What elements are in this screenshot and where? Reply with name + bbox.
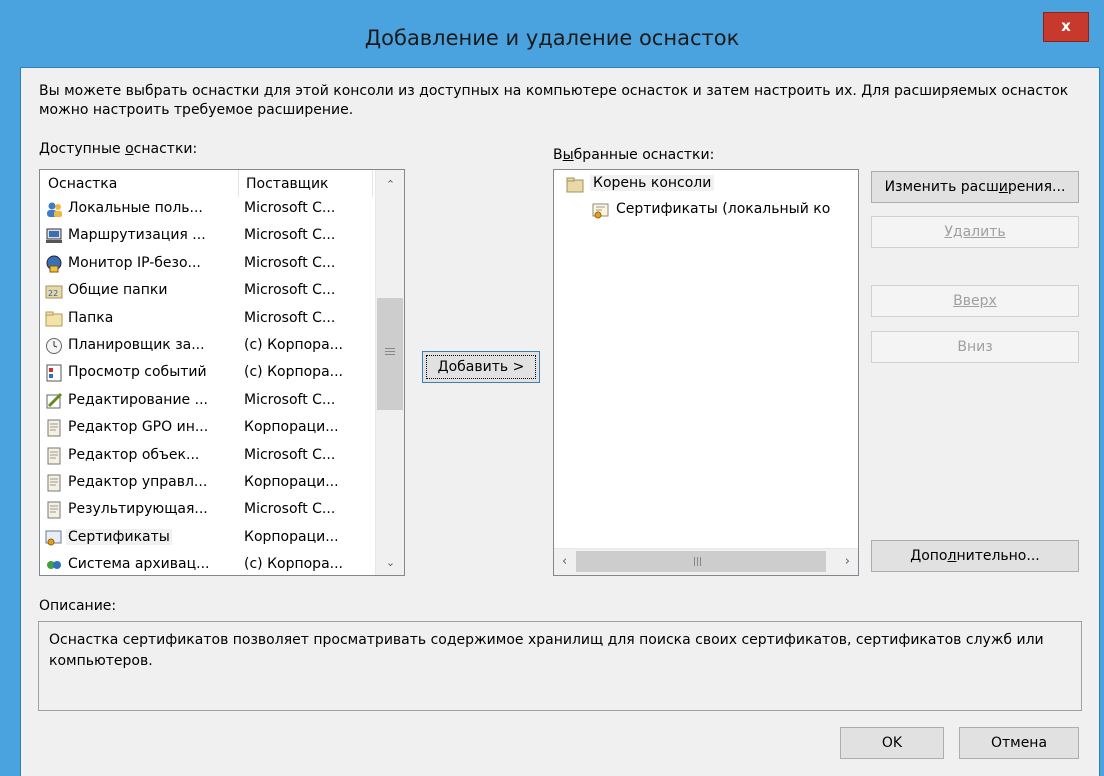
snapin-vendor: Корпораци... (244, 419, 339, 436)
list-item[interactable]: Система архивац... (c) Корпора... (40, 553, 370, 575)
snapin-vendor: Microsoft C... (244, 309, 336, 326)
snapin-name: Система архивац... (68, 556, 210, 573)
list-item[interactable]: Монитор IP-безо... Microsoft C... (40, 252, 370, 276)
tree-root-label: Корень консоли (590, 175, 715, 191)
advanced-button[interactable]: Дополнительно... (871, 540, 1079, 572)
snapin-name: Маршрутизация ... (68, 227, 206, 244)
users-icon (45, 200, 63, 218)
close-button[interactable]: x (1043, 12, 1089, 42)
list-item[interactable]: Планировщик за... (c) Корпора... (40, 334, 370, 358)
snapin-vendor: Корпораци... (244, 474, 339, 490)
remove-button[interactable]: Удалить (871, 216, 1079, 248)
shared-folders-icon: 22 (45, 282, 63, 300)
snapin-vendor: (c) Корпора... (244, 556, 343, 573)
dialog-window: Добавление и удаление оснасток x Вы може… (0, 0, 1104, 776)
list-item[interactable]: Просмотр событий (c) Корпора... (40, 361, 370, 385)
list-item[interactable]: 22 Общие папки Microsoft C... (40, 279, 370, 303)
available-snapins-label: Доступные оснастки: (39, 141, 198, 157)
snapin-vendor: Microsoft C... (244, 254, 336, 271)
column-header-snapin[interactable]: Оснастка (48, 176, 117, 192)
ok-button[interactable]: OK (840, 727, 944, 759)
backup-icon (45, 556, 63, 574)
snapin-vendor: (c) Корпора... (244, 364, 343, 381)
list-item[interactable]: Сертификаты Корпораци... (40, 526, 370, 550)
snapin-vendor: Microsoft C... (244, 501, 336, 518)
list-item[interactable]: Редактор объек... Microsoft C... (40, 444, 370, 468)
edit-icon (45, 392, 63, 410)
list-item[interactable]: Папка Microsoft C... (40, 307, 370, 331)
event-viewer-icon (45, 364, 63, 382)
snapin-name: Редактирование ... (68, 391, 208, 408)
scroll-thumb[interactable] (377, 298, 403, 410)
snapin-name: Редактор управл... (68, 474, 208, 490)
scroll-icon (45, 419, 63, 437)
snapin-name: Локальные поль... (68, 200, 203, 216)
snapin-vendor: Корпораци... (244, 528, 339, 545)
folder-icon (45, 310, 63, 328)
scroll-up-icon[interactable]: ⌃ (376, 176, 404, 194)
tree-child-label: Сертификаты (локальный ко (616, 201, 831, 217)
move-up-button[interactable]: Вверх (871, 285, 1079, 317)
edit-extensions-button[interactable]: Изменить расширения... (871, 171, 1079, 203)
list-item[interactable]: Редактирование ... Microsoft C... (40, 389, 370, 413)
snapin-name: Папка (68, 309, 114, 326)
scroll-left-icon[interactable]: ‹ (562, 554, 567, 569)
dialog-client-area: Вы можете выбрать оснастки для этой конс… (20, 67, 1100, 776)
certificate-icon (592, 203, 609, 219)
certificate-icon (45, 529, 63, 547)
list-item[interactable]: Результирующая... Microsoft C... (40, 498, 370, 522)
svg-text:22: 22 (48, 289, 58, 298)
snapin-vendor: (c) Корпора... (244, 337, 343, 353)
snapin-name: Планировщик за... (68, 337, 205, 353)
scroll-icon (45, 447, 63, 465)
list-item[interactable]: Редактор GPO ин... Корпораци... (40, 416, 370, 440)
snapin-vendor: Microsoft C... (244, 200, 336, 216)
intro-text: Вы можете выбрать оснастки для этой конс… (39, 83, 1069, 118)
snapin-name: Сертификаты (66, 528, 172, 545)
snapin-name: Общие папки (68, 282, 168, 299)
scroll-icon (45, 474, 63, 492)
snapin-name: Результирующая... (68, 501, 208, 518)
title-bar[interactable]: Добавление и удаление оснасток x (0, 0, 1104, 67)
snapin-name: Монитор IP-безо... (68, 254, 201, 271)
cancel-button[interactable]: Отмена (959, 727, 1079, 759)
list-header: Оснастка Поставщик (40, 170, 404, 197)
snapin-vendor: Microsoft C... (244, 391, 336, 408)
routing-icon (45, 227, 63, 245)
scroll-right-icon[interactable]: › (845, 554, 850, 569)
snapin-name: Просмотр событий (68, 364, 207, 381)
list-item[interactable]: Маршрутизация ... Microsoft C... (40, 224, 370, 248)
description-label: Описание: (39, 598, 117, 614)
list-item[interactable]: Редактор управл... Корпораци... (40, 471, 370, 495)
snapin-name: Редактор GPO ин... (68, 419, 209, 436)
selected-snapins-label: Выбранные оснастки: (553, 147, 715, 163)
move-down-button[interactable]: Вниз (871, 331, 1079, 363)
window-title: Добавление и удаление оснасток (364, 26, 740, 50)
column-header-vendor[interactable]: Поставщик (246, 176, 329, 192)
scroll-down-icon[interactable]: ⌄ (376, 554, 404, 572)
scroll-icon (45, 501, 63, 519)
vertical-scrollbar[interactable]: ⌃ ⌄ (375, 170, 404, 575)
description-box: Оснастка сертификатов позволяет просматр… (38, 621, 1082, 711)
snapin-name: Редактор объек... (68, 446, 200, 463)
folder-icon (566, 177, 584, 193)
ipsec-monitor-icon (45, 255, 63, 273)
hscroll-thumb[interactable] (576, 551, 826, 572)
selected-snapins-tree[interactable]: Корень консоли Сертификаты (локальный ко… (553, 169, 859, 576)
available-snapins-list[interactable]: Оснастка Поставщик Локальные поль... Micr… (39, 169, 405, 576)
horizontal-scrollbar[interactable]: ‹ › (554, 548, 858, 575)
snapin-vendor: Microsoft C... (244, 446, 336, 463)
add-button[interactable]: Добавить > (422, 351, 540, 383)
close-icon: x (1061, 17, 1071, 35)
snapin-vendor: Microsoft C... (244, 227, 336, 244)
clock-icon (45, 337, 63, 355)
snapin-vendor: Microsoft C... (244, 282, 336, 299)
list-item[interactable]: Локальные поль... Microsoft C... (40, 197, 370, 221)
